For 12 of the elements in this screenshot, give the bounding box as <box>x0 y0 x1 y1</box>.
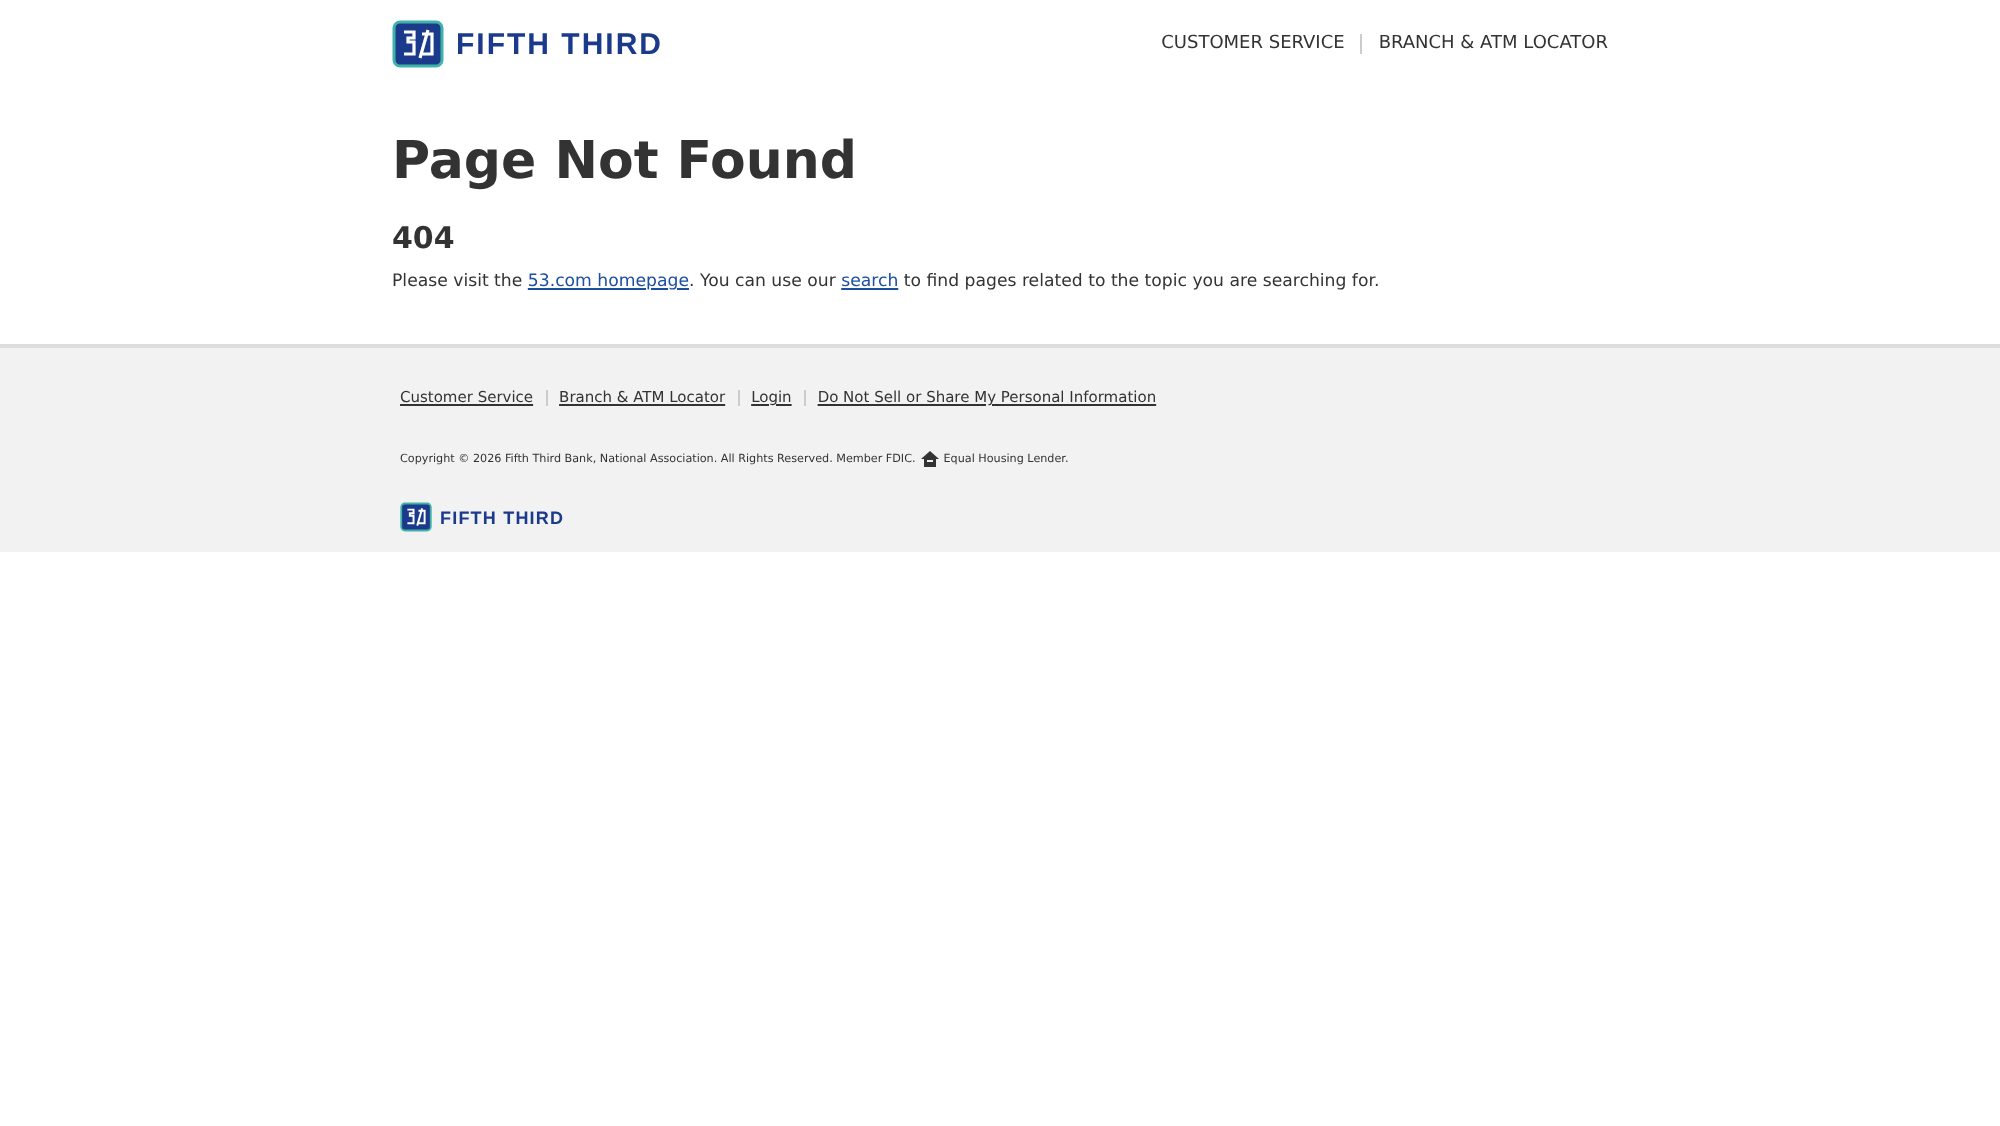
text-link[interactable]: search <box>841 272 899 292</box>
page-title: Page Not Found <box>392 132 860 192</box>
text-link[interactable]: 53.com homepage <box>527 272 689 292</box>
logo-text: FIFTH THIRD <box>440 507 565 527</box>
message-text: Please visit the 53.com homepage. You can use our search to find pages related to the topic you are searching for. <box>392 272 1382 292</box>
error-code: 404 <box>392 220 457 256</box>
house-icon <box>919 450 940 468</box>
logo-text[interactable]: FIFTH THIRD <box>456 27 663 61</box>
nav-link[interactable]: BRANCH & ATM LOCATOR <box>1378 34 1608 54</box>
nav-link[interactable]: CUSTOMER SERVICE <box>1161 34 1345 54</box>
logo-icon <box>392 20 444 68</box>
logo-icon <box>400 502 432 532</box>
